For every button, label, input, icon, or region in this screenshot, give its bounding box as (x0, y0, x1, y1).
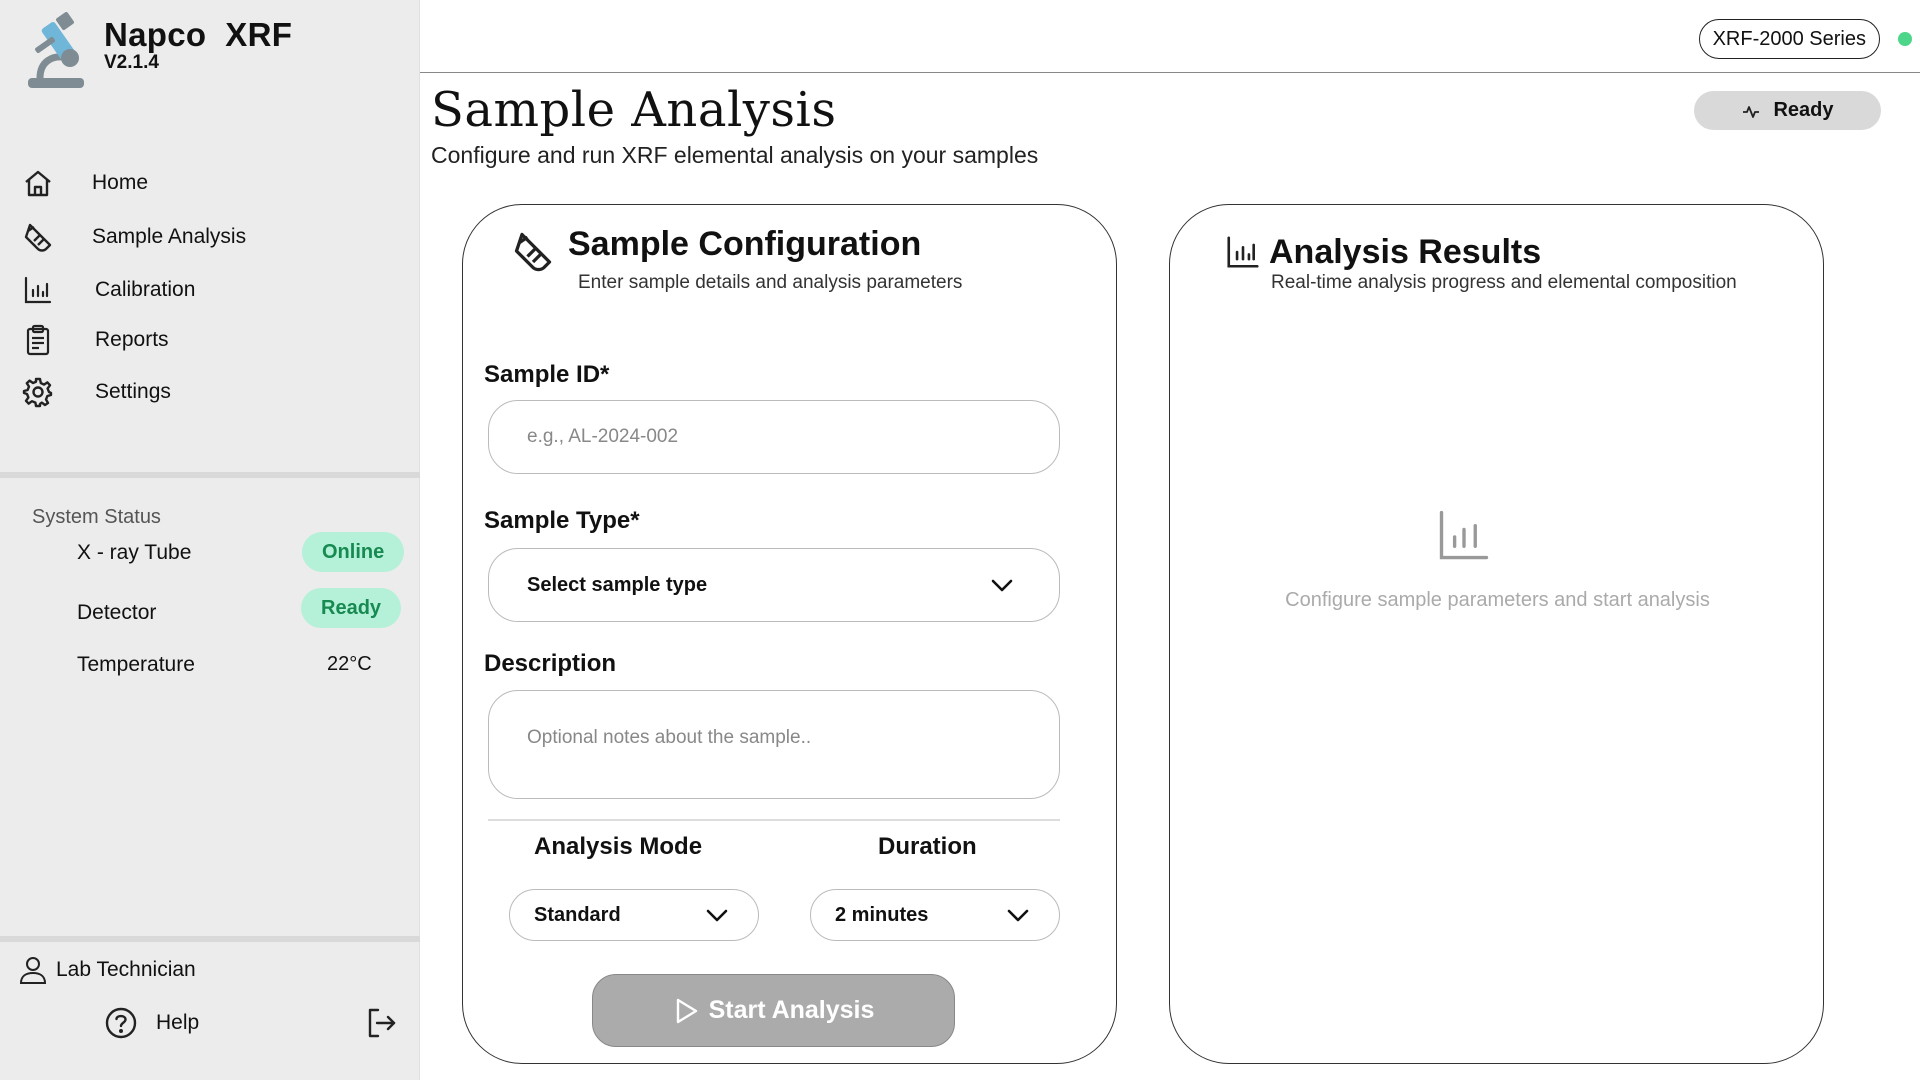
duration-label: Duration (878, 833, 977, 860)
sidebar: Napco XRF V2.1.4 Home Sample Analysis Ca… (0, 0, 420, 1080)
sidebar-item-sample-analysis[interactable]: Sample Analysis (22, 217, 246, 257)
page-title: Sample Analysis (431, 82, 837, 138)
description-field-wrapper (488, 690, 1060, 799)
app-version: V2.1.4 (104, 52, 159, 73)
card-subtitle: Real-time analysis progress and elementa… (1271, 272, 1737, 293)
status-label: Detector (77, 601, 157, 624)
analysis-results-card: Analysis Results Real-time analysis prog… (1169, 204, 1824, 1064)
sidebar-item-label: Settings (95, 380, 171, 403)
help-button[interactable]: Help (104, 1006, 199, 1040)
start-analysis-button[interactable]: Start Analysis (592, 974, 955, 1047)
description-textarea[interactable] (489, 691, 1059, 798)
page-subtitle: Configure and run XRF elemental analysis… (431, 142, 1039, 168)
sample-configuration-card: Sample Configuration Enter sample detail… (462, 204, 1117, 1064)
sidebar-item-label: Calibration (95, 278, 196, 301)
help-circle-icon (105, 1007, 137, 1039)
sidebar-item-home[interactable]: Home (22, 163, 148, 203)
bar-chart-icon (1439, 510, 1489, 560)
empty-state-text: Configure sample parameters and start an… (1285, 589, 1710, 611)
microscope-icon (28, 12, 84, 88)
test-tube-icon (514, 232, 552, 272)
status-row-temperature: Temperature 22°C (0, 644, 420, 684)
app-name: Napco XRF (104, 16, 293, 53)
sample-id-input[interactable] (489, 401, 1059, 473)
analysis-mode-value: Standard (534, 903, 621, 926)
clipboard-icon (26, 324, 50, 356)
status-badge: Online (302, 532, 405, 572)
sidebar-item-label: Sample Analysis (92, 225, 247, 248)
sample-id-label: Sample ID* (484, 361, 610, 388)
card-subtitle: Enter sample details and analysis parame… (578, 272, 963, 293)
bar-chart-icon (1227, 236, 1259, 268)
ready-label: Ready (1773, 99, 1834, 121)
card-title: Analysis Results (1269, 233, 1542, 271)
duration-select[interactable]: 2 minutes (810, 889, 1060, 941)
sample-type-label: Sample Type* (484, 507, 640, 534)
start-analysis-label: Start Analysis (708, 996, 875, 1024)
user-icon (19, 957, 47, 984)
sidebar-item-settings[interactable]: Settings (22, 372, 171, 412)
user-label: Lab Technician (56, 958, 196, 981)
status-value: 22°C (327, 653, 372, 675)
description-label: Description (484, 650, 617, 677)
chevron-down-icon (991, 579, 1013, 592)
sample-id-field-wrapper (488, 400, 1060, 474)
sample-type-value: Select sample type (527, 573, 708, 596)
sidebar-item-reports[interactable]: Reports (22, 320, 169, 360)
ready-status-pill: Ready (1694, 91, 1881, 130)
status-row-xray: X - ray Tube Online (0, 532, 420, 572)
test-tube-icon (24, 223, 52, 252)
play-icon (676, 998, 697, 1023)
status-label: Temperature (77, 653, 195, 676)
status-row-detector: Detector Ready (0, 588, 420, 628)
duration-value: 2 minutes (835, 903, 929, 926)
connection-indicator (1898, 32, 1912, 46)
brand-text: Napco XRF V2.1.4 (104, 16, 292, 74)
sidebar-item-calibration[interactable]: Calibration (22, 270, 195, 310)
analysis-mode-label: Analysis Mode (534, 833, 703, 860)
chevron-down-icon (1007, 909, 1029, 922)
status-badge: Ready (301, 588, 402, 628)
activity-icon (1743, 105, 1760, 118)
card-title: Sample Configuration (568, 225, 922, 263)
series-badge[interactable]: XRF-2000 Series (1698, 19, 1880, 59)
sidebar-footer-divider (0, 936, 420, 942)
brand (22, 12, 92, 92)
sidebar-item-label: Reports (95, 328, 169, 351)
section-divider (488, 819, 1060, 821)
help-label: Help (156, 1011, 200, 1034)
sidebar-divider (0, 472, 420, 478)
bar-chart-icon (24, 276, 52, 304)
home-icon (25, 170, 51, 197)
user-profile[interactable]: Lab Technician (18, 955, 196, 985)
sample-type-select[interactable]: Select sample type (488, 548, 1060, 622)
analysis-mode-select[interactable]: Standard (509, 889, 759, 941)
top-bar: XRF-2000 Series (420, 0, 1920, 73)
sidebar-item-label: Home (92, 171, 149, 194)
gear-icon (22, 377, 53, 408)
chevron-down-icon (706, 909, 728, 922)
system-status-title: System Status (32, 506, 161, 528)
status-label: X - ray Tube (77, 541, 192, 564)
logout-icon[interactable] (364, 1006, 398, 1040)
